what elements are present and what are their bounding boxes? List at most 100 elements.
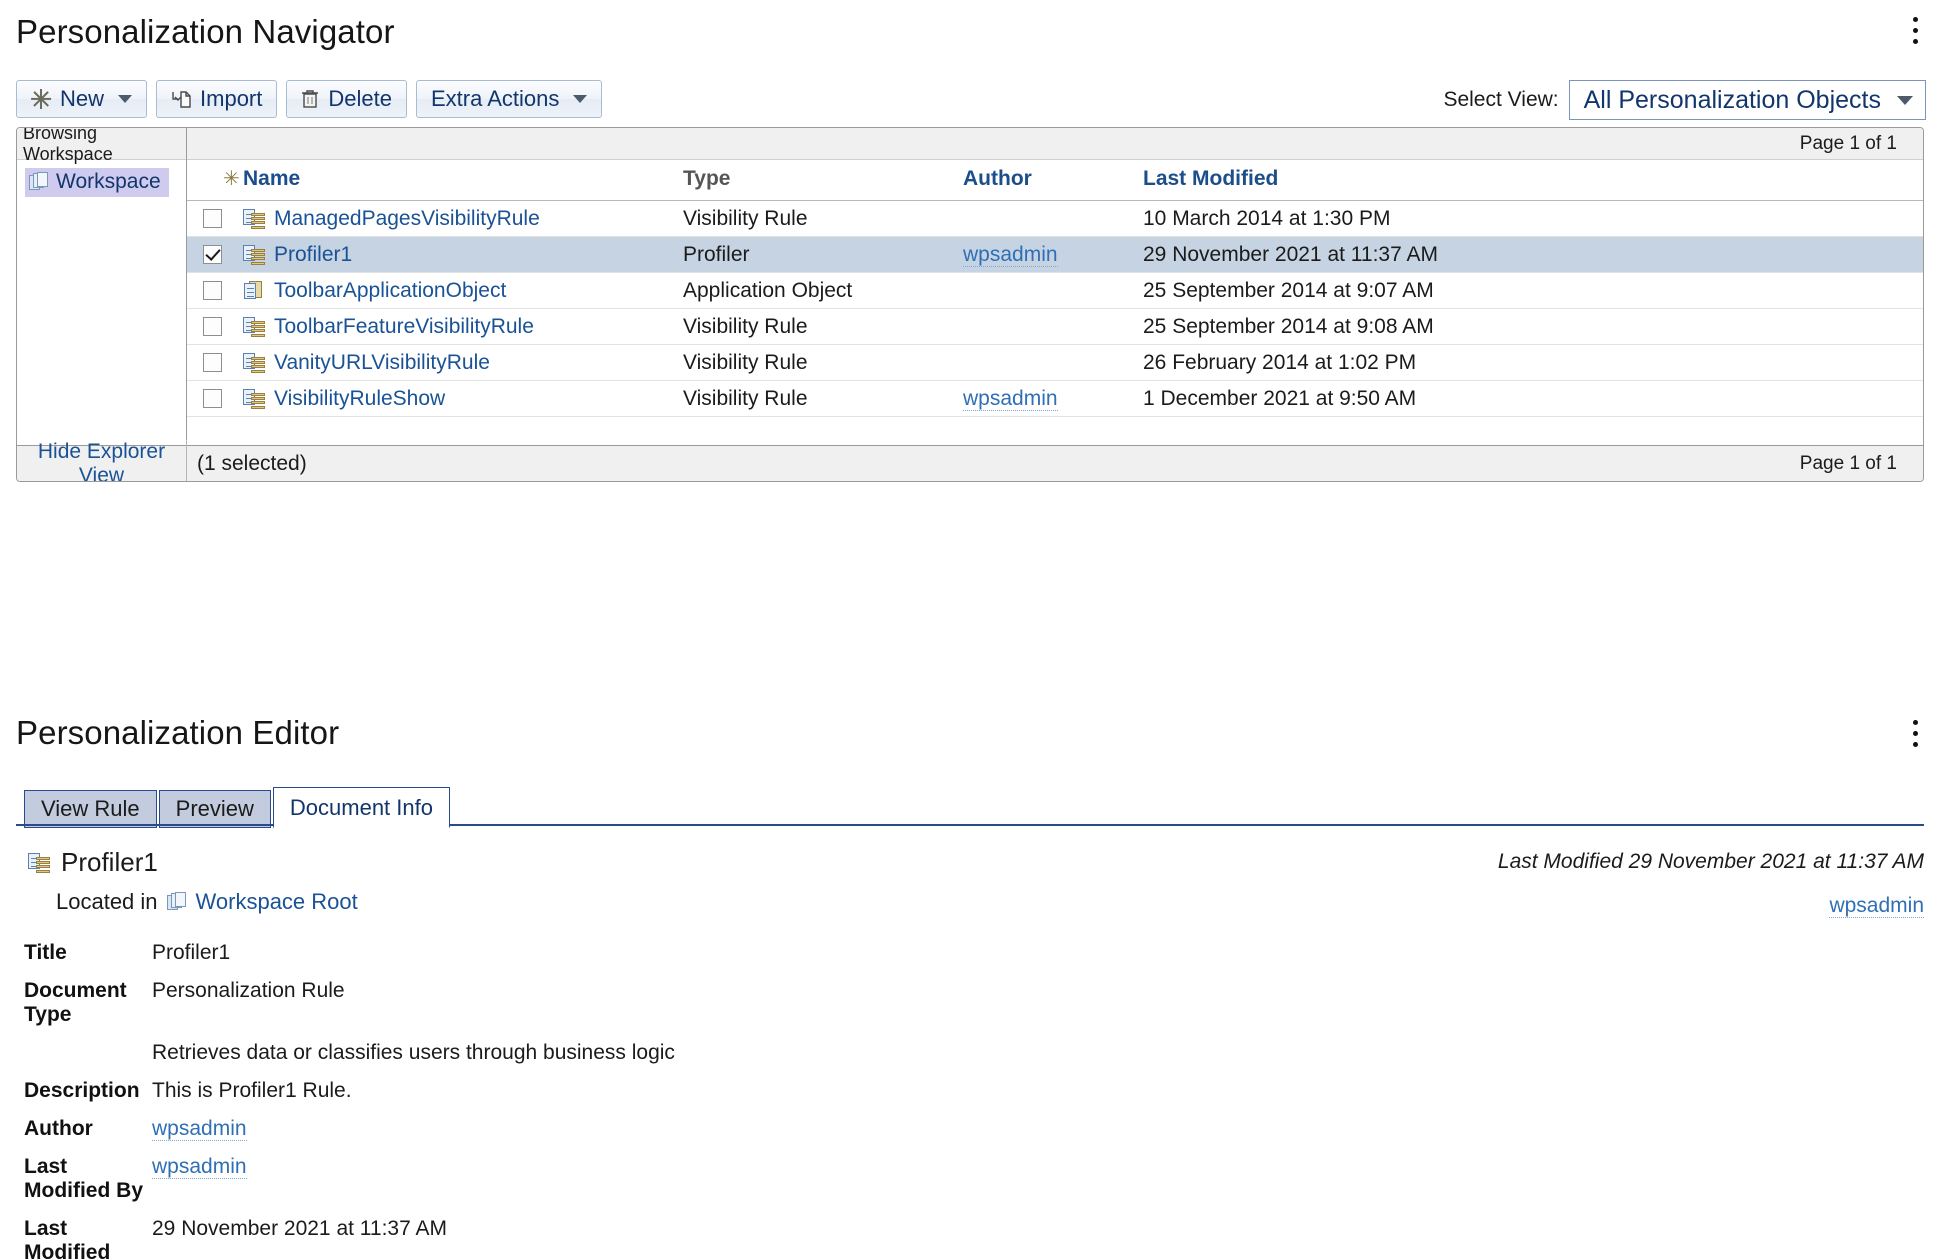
- object-list-region: Page 1 of 1 ✳ Name Type Author Last Modi…: [187, 128, 1923, 445]
- workspace-root-link[interactable]: Workspace Root: [196, 889, 358, 915]
- row-last-modified-cell: 29 November 2021 at 11:37 AM: [1143, 236, 1923, 273]
- editor-overflow-menu-icon[interactable]: [1902, 711, 1928, 755]
- row-name-link[interactable]: Profiler1: [274, 243, 352, 267]
- chevron-down-icon: [1897, 95, 1913, 105]
- column-header-last-modified[interactable]: Last Modified: [1143, 160, 1923, 201]
- document-title-row: Profiler1: [28, 847, 358, 878]
- row-checkbox-cell: [187, 380, 243, 417]
- document-author-link[interactable]: wpsadmin: [1829, 894, 1924, 918]
- visibility-rule-icon: [243, 388, 265, 409]
- row-name-link[interactable]: VanityURLVisibilityRule: [274, 351, 490, 375]
- column-header-name[interactable]: Name: [243, 160, 683, 201]
- row-name-link[interactable]: ToolbarFeatureVisibilityRule: [274, 315, 534, 339]
- application-object-icon: [243, 280, 265, 301]
- navigator-overflow-menu-icon[interactable]: [1902, 8, 1928, 52]
- page-indicator-bottom: Page 1 of 1: [1799, 452, 1897, 474]
- table-row[interactable]: ToolbarApplicationObject Application Obje…: [187, 272, 1923, 309]
- row-author-link[interactable]: wpsadmin: [963, 242, 1058, 267]
- row-type-cell: Visibility Rule: [683, 344, 963, 381]
- explorer-view: Browsing Workspace Workspace: [17, 128, 187, 445]
- column-header-sort[interactable]: ✳: [187, 160, 243, 201]
- table-row[interactable]: ToolbarFeatureVisibilityRule Visibility R…: [187, 308, 1923, 345]
- row-author-cell: [963, 272, 1143, 309]
- document-name: Profiler1: [61, 847, 158, 877]
- row-last-modified-cell: 25 September 2014 at 9:07 AM: [1143, 272, 1923, 309]
- profiler-rule-icon: [28, 852, 50, 873]
- import-icon: [172, 91, 191, 108]
- row-name-cell: VisibilityRuleShow: [243, 380, 683, 417]
- object-list-rows: ManagedPagesVisibilityRule Visibility Rul…: [187, 200, 1923, 417]
- row-author-link[interactable]: wpsadmin: [963, 386, 1058, 411]
- row-name-cell: Profiler1: [243, 236, 683, 273]
- row-name-cell: ToolbarFeatureVisibilityRule: [243, 308, 683, 345]
- table-row[interactable]: VisibilityRuleShow Visibility Rule wpsadmi…: [187, 380, 1923, 417]
- delete-button[interactable]: Delete: [286, 80, 407, 118]
- field-description: Description This is Profiler1 Rule.: [24, 1079, 1224, 1103]
- field-last-modified-by-label: Last Modified By: [24, 1155, 143, 1202]
- profiler-rule-icon: [243, 244, 265, 265]
- field-description-label: Description: [24, 1079, 140, 1102]
- tab-preview[interactable]: Preview: [158, 790, 271, 828]
- select-view-dropdown[interactable]: All Personalization Objects: [1568, 80, 1926, 120]
- navigator-footer: Hide Explorer View (1 selected) Page 1 o…: [17, 439, 1923, 481]
- row-author-cell: wpsadmin: [963, 236, 1143, 273]
- extra-actions-button[interactable]: Extra Actions: [415, 80, 603, 118]
- document-info-fields: Title Profiler1 Document Type Personaliz…: [24, 941, 1224, 1260]
- row-checkbox[interactable]: [203, 389, 222, 409]
- row-name-link[interactable]: VisibilityRuleShow: [274, 387, 445, 411]
- row-checkbox[interactable]: [203, 317, 222, 337]
- field-author-label: Author: [24, 1117, 93, 1140]
- table-header-row: ✳ Name Type Author Last Modified: [187, 160, 1923, 201]
- import-button[interactable]: Import: [156, 80, 278, 118]
- column-header-author[interactable]: Author: [963, 160, 1143, 201]
- column-header-type[interactable]: Type: [683, 160, 963, 201]
- navigator-body: Browsing Workspace Workspace Page 1 of 1: [17, 128, 1923, 445]
- tree-item-workspace[interactable]: Workspace: [25, 168, 169, 197]
- row-type-cell: Visibility Rule: [683, 200, 963, 237]
- field-last-modified-value: 29 November 2021 at 11:37 AM: [152, 1217, 447, 1240]
- row-type-cell: Visibility Rule: [683, 308, 963, 345]
- hide-explorer-view-link[interactable]: Hide Explorer View: [17, 439, 187, 481]
- object-list-table: ✳ Name Type Author Last Modified Managed…: [187, 160, 1923, 417]
- new-button[interactable]: New: [16, 80, 148, 118]
- field-last-modified-by-link[interactable]: wpsadmin: [152, 1155, 247, 1179]
- tab-document-info[interactable]: Document Info: [272, 787, 450, 828]
- star-icon: [31, 89, 51, 109]
- row-checkbox[interactable]: [203, 281, 222, 301]
- select-view-group: Select View: All Personalization Objects: [1443, 80, 1926, 120]
- row-checkbox-cell: [187, 236, 243, 273]
- editor-page-title: Personalization Editor: [16, 714, 340, 751]
- workspace-stack-icon: [166, 892, 187, 912]
- field-last-modified-by: Last Modified By wpsadmin: [24, 1155, 1224, 1203]
- new-button-label: New: [60, 86, 105, 111]
- table-row[interactable]: Profiler1 Profiler wpsadmin 29 November 202…: [187, 236, 1923, 273]
- row-author-cell: [963, 200, 1143, 237]
- row-name-link[interactable]: ManagedPagesVisibilityRule: [274, 207, 540, 231]
- visibility-rule-icon: [243, 352, 265, 373]
- row-author-cell: [963, 344, 1143, 381]
- row-name-link[interactable]: ToolbarApplicationObject: [274, 279, 506, 303]
- row-checkbox[interactable]: [203, 353, 222, 373]
- table-row[interactable]: ManagedPagesVisibilityRule Visibility Rul…: [187, 200, 1923, 237]
- row-last-modified-cell: 26 February 2014 at 1:02 PM: [1143, 344, 1923, 381]
- row-name-cell: VanityURLVisibilityRule: [243, 344, 683, 381]
- row-author-cell: [963, 308, 1143, 345]
- row-last-modified-cell: 25 September 2014 at 9:08 AM: [1143, 308, 1923, 345]
- tab-view-rule[interactable]: View Rule: [24, 790, 157, 828]
- chevron-down-icon: [118, 95, 133, 103]
- field-document-type: Document Type Personalization Rule: [24, 979, 1224, 1027]
- list-empty-space: [187, 417, 1923, 445]
- trash-icon: [302, 90, 319, 108]
- field-description-value: This is Profiler1 Rule.: [152, 1079, 352, 1102]
- table-row[interactable]: VanityURLVisibilityRule Visibility Rule 26…: [187, 344, 1923, 381]
- delete-button-label: Delete: [328, 86, 392, 111]
- navigator-toolbar: New Import Delete Extra Actions: [16, 80, 603, 118]
- row-checkbox[interactable]: [203, 209, 222, 229]
- field-title-value: Profiler1: [152, 941, 231, 964]
- field-author-link[interactable]: wpsadmin: [152, 1117, 247, 1141]
- row-type-cell: Profiler: [683, 236, 963, 273]
- field-document-type-description: x Retrieves data or classifies users thr…: [24, 1041, 1224, 1065]
- row-checkbox[interactable]: [203, 245, 222, 265]
- field-title: Title Profiler1: [24, 941, 1224, 965]
- explorer-header: Browsing Workspace: [17, 128, 186, 164]
